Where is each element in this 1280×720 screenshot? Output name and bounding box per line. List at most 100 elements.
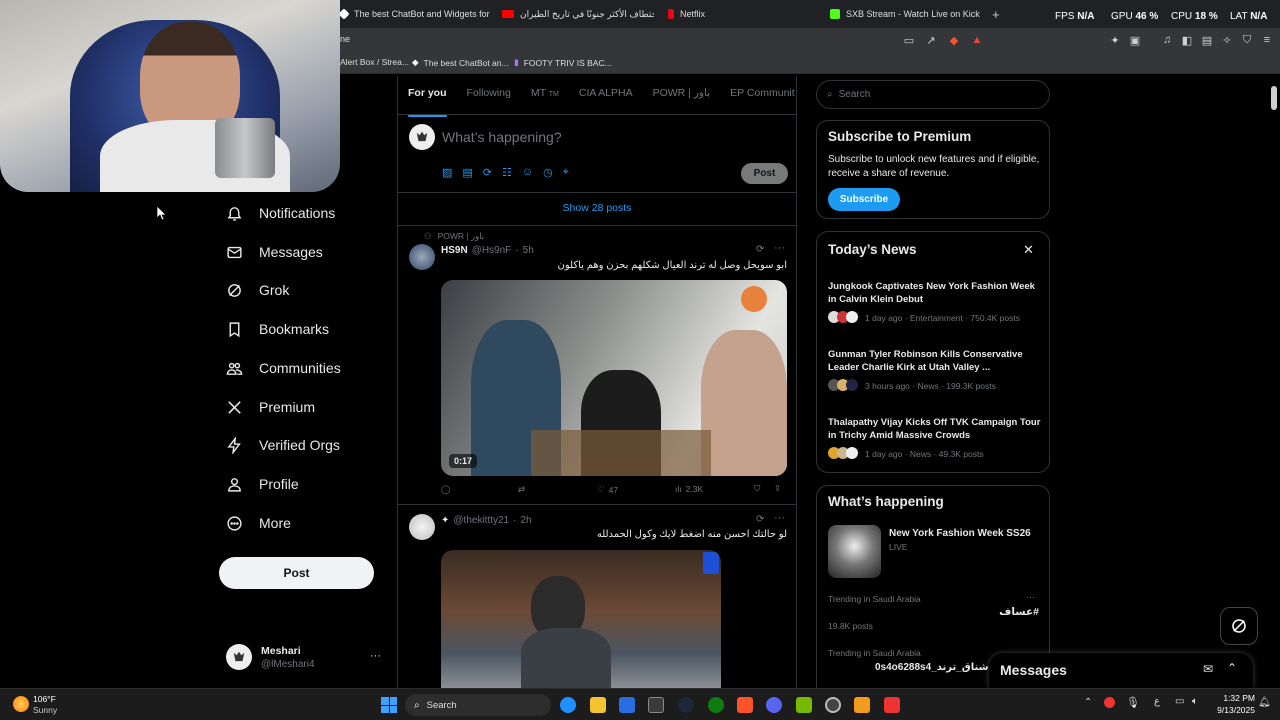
author-handle[interactable]: @Hs9nF xyxy=(472,245,512,256)
tab-netflix[interactable]: Netflix xyxy=(668,4,808,24)
nav-verified-orgs[interactable]: Verified Orgs xyxy=(226,432,340,458)
composer-post-button[interactable]: Post xyxy=(741,163,788,184)
discord-icon[interactable] xyxy=(766,697,782,713)
microphone-icon[interactable]: 🎙︎ xyxy=(1126,696,1140,709)
edge-icon[interactable] xyxy=(560,697,576,713)
nav-premium[interactable]: Premium xyxy=(226,394,315,420)
reply-button[interactable]: ◯ xyxy=(441,484,455,495)
grok-icon[interactable]: ⟳ xyxy=(756,514,764,525)
avatar[interactable] xyxy=(409,244,435,270)
nav-grok[interactable]: Grok xyxy=(226,277,289,303)
tab-youtube[interactable]: الاختطاف الأكثر جنونًا في تاريخ الطيران xyxy=(502,4,654,24)
composer-input[interactable]: What’s happening? xyxy=(442,129,562,145)
store-icon[interactable] xyxy=(619,697,635,713)
leo-ai-icon[interactable]: ✧ xyxy=(1220,33,1234,47)
menu-icon[interactable]: ≡ xyxy=(1260,33,1274,47)
tab-cia-alpha[interactable]: CIA ALPHA xyxy=(569,76,643,114)
nav-bookmarks[interactable]: Bookmarks xyxy=(226,316,329,342)
grok-icon[interactable]: ⟳ xyxy=(483,166,492,179)
taskbar-search[interactable]: ⌕ Search xyxy=(405,694,551,716)
news-item-title[interactable]: Thalapathy Vijay Kicks Off TVK Campaign … xyxy=(828,416,1043,442)
bookmark-item[interactable]: ▮ FOOTY TRIV IS BAC... xyxy=(514,57,612,68)
schedule-icon[interactable]: ◷ xyxy=(543,166,553,179)
account-more-icon[interactable]: ··· xyxy=(370,650,381,662)
url-text[interactable]: ne xyxy=(340,34,350,44)
vpn-icon[interactable]: ⛉ xyxy=(1240,33,1254,47)
post-video[interactable]: 0:17 xyxy=(441,280,787,476)
post-time[interactable]: 5h xyxy=(523,245,534,256)
news-item-title[interactable]: Gunman Tyler Robinson Kills Conservative… xyxy=(828,348,1043,374)
nvidia-icon[interactable] xyxy=(796,697,812,713)
windows-start-icon[interactable] xyxy=(381,697,397,713)
nav-more[interactable]: More xyxy=(226,510,291,536)
nav-messages[interactable]: Messages xyxy=(226,239,323,265)
views-button[interactable]: ılı 2.3K xyxy=(675,484,703,494)
avatar[interactable] xyxy=(226,644,252,670)
search-input[interactable]: ⌕ Search xyxy=(816,80,1050,109)
app-icon[interactable] xyxy=(884,697,900,713)
trend-name[interactable]: 0s4o6288s4_شناق_ترند xyxy=(875,662,988,673)
trend-more-icon[interactable]: ··· xyxy=(1026,592,1035,602)
event-thumbnail[interactable] xyxy=(828,525,881,578)
trend-name[interactable]: #عساف xyxy=(937,606,1039,618)
extensions-icon[interactable]: ✦ xyxy=(1108,33,1122,47)
avatar[interactable] xyxy=(409,514,435,540)
music-icon[interactable]: ♫ xyxy=(1160,33,1174,47)
new-message-icon[interactable]: ✉ xyxy=(1203,662,1213,676)
bookmark-post-icon[interactable]: ⛉ xyxy=(754,483,760,494)
news-item-title[interactable]: Jungkook Captivates New York Fashion Wee… xyxy=(828,280,1043,306)
post-more-icon[interactable]: ··· xyxy=(774,242,785,254)
bookmark-item[interactable]: ◆ The best ChatBot an... xyxy=(412,57,509,68)
show-posts-link[interactable]: Show 28 posts xyxy=(398,202,796,214)
steam-icon[interactable] xyxy=(678,697,694,713)
weather-temp[interactable]: 106°F xyxy=(33,694,56,704)
expand-icon[interactable]: ⌃ xyxy=(1227,661,1237,675)
xbox-icon[interactable] xyxy=(708,697,724,713)
repost-button[interactable]: ⇄ xyxy=(518,484,529,495)
nav-profile[interactable]: Profile xyxy=(226,471,299,497)
clock-date[interactable]: 9/13/2025 xyxy=(1205,705,1255,715)
tab-chatbot[interactable]: The best ChatBot and Widgets for Kic xyxy=(340,4,490,24)
notification-bell-icon[interactable]: 🔔︎ xyxy=(1258,697,1271,708)
post-more-icon[interactable]: ··· xyxy=(774,512,785,524)
post-video[interactable] xyxy=(441,550,721,688)
app-icon[interactable] xyxy=(854,697,870,713)
tab-following[interactable]: Following xyxy=(457,76,521,114)
account-name[interactable]: Meshari xyxy=(261,645,301,657)
tab-mt[interactable]: MT TM xyxy=(521,76,569,114)
post-time[interactable]: 2h xyxy=(520,515,531,526)
obs-icon[interactable] xyxy=(825,697,841,713)
volume-icon[interactable]: 🔈︎ xyxy=(1192,696,1198,707)
brave-shield-icon[interactable]: ◆ xyxy=(947,33,961,47)
author-handle[interactable]: @thekittty21 xyxy=(453,515,509,526)
nav-notifications[interactable]: Notifications xyxy=(226,200,335,226)
tab-search-icon[interactable]: ▣ xyxy=(1128,33,1142,47)
gif-icon[interactable]: ▤ xyxy=(462,166,472,179)
sidebar-icon[interactable]: ◧ xyxy=(1180,33,1194,47)
share-post-icon[interactable]: ⇪ xyxy=(774,483,781,494)
location-icon[interactable]: ⌖ xyxy=(563,166,569,179)
tray-app-icon[interactable] xyxy=(1104,697,1115,708)
close-icon[interactable]: ✕ xyxy=(1023,242,1034,258)
bookmark-item[interactable]: Alert Box / Strea... xyxy=(340,57,409,67)
nav-communities[interactable]: Communities xyxy=(226,355,341,381)
event-title[interactable]: New York Fashion Week SS26 xyxy=(889,528,1031,539)
weather-icon[interactable] xyxy=(13,696,29,712)
grok-floating-button[interactable] xyxy=(1220,607,1258,645)
language-indicator[interactable]: ع xyxy=(1154,696,1160,707)
share-icon[interactable]: ↗ xyxy=(924,33,938,47)
file-explorer-icon[interactable] xyxy=(590,697,606,713)
tab-for-you[interactable]: For you xyxy=(398,76,457,117)
brave-rewards-icon[interactable]: ▲ xyxy=(970,33,984,47)
like-button[interactable]: ♡ 47 xyxy=(597,484,618,495)
tab-ep-community[interactable]: EP Communit xyxy=(720,76,805,114)
tray-chevron-icon[interactable]: ⌃ xyxy=(1084,697,1092,708)
image-icon[interactable]: ▨ xyxy=(442,166,452,179)
subscribe-button[interactable]: Subscribe xyxy=(828,188,900,211)
network-icon[interactable]: ▭ xyxy=(1175,696,1184,707)
poll-icon[interactable]: ☷ xyxy=(502,166,512,179)
screen-icon[interactable]: ▭ xyxy=(902,33,916,47)
page-scrollbar[interactable] xyxy=(1271,86,1277,110)
post-button[interactable]: Post xyxy=(219,557,374,589)
grok-icon[interactable]: ⟳ xyxy=(756,244,764,255)
